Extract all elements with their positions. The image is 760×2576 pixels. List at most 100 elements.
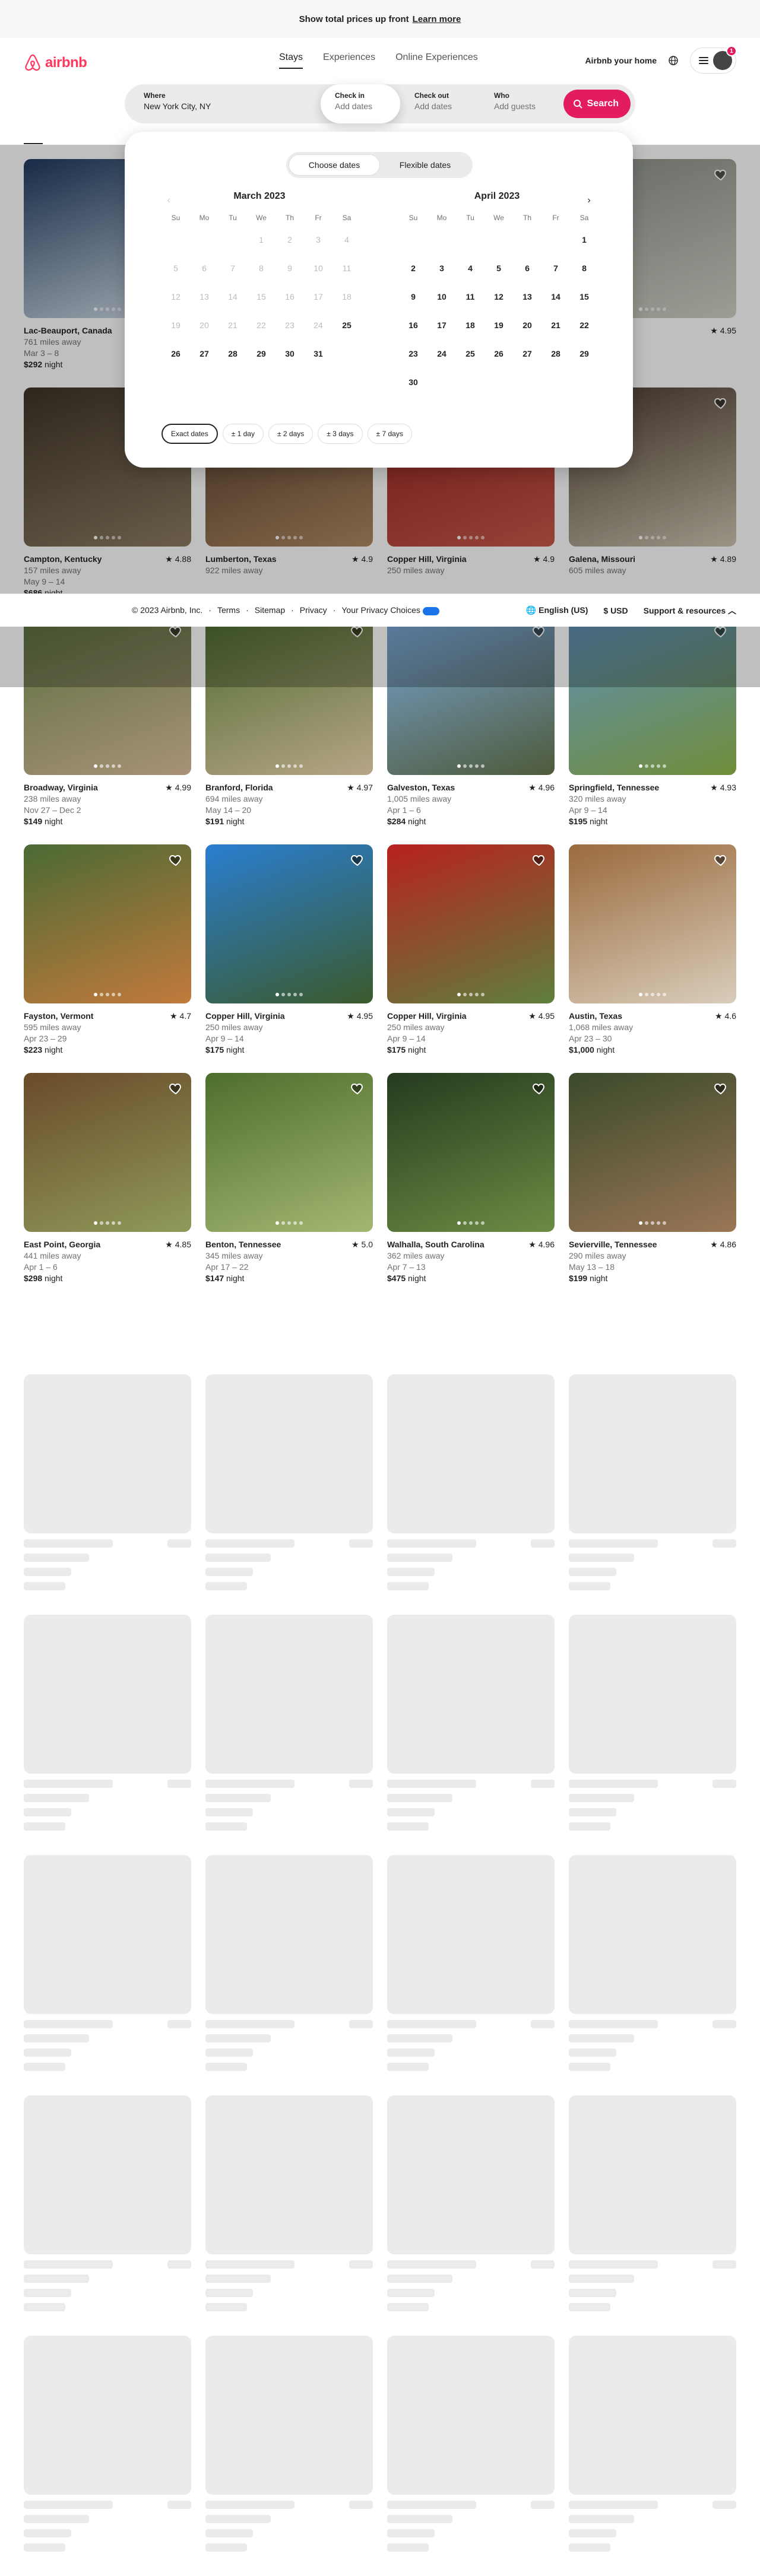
calendar-day[interactable]: 17 xyxy=(428,311,456,339)
listing-card[interactable]: Walhalla, South Carolina ★ 4.96 362 miles a… xyxy=(387,1073,555,1301)
listing-card[interactable]: East Point, Georgia ★ 4.85 441 miles away Ap… xyxy=(24,1073,191,1301)
listing-card[interactable]: Copper Hill, Virginia ★ 4.95 250 miles away… xyxy=(205,844,373,1073)
guests-field[interactable]: Who Add guests Search xyxy=(480,84,635,123)
calendar-day[interactable]: 8 xyxy=(570,254,598,282)
listing-card[interactable]: Fayston, Vermont ★ 4.7 595 miles away Apr 23… xyxy=(24,844,191,1073)
airbnb-logo[interactable]: airbnb xyxy=(24,53,87,72)
calendar-day[interactable]: 4 xyxy=(456,254,484,282)
calendar-day[interactable]: 27 xyxy=(190,339,218,368)
star-icon: ★ xyxy=(714,1011,723,1021)
calendar-day[interactable]: 28 xyxy=(218,339,247,368)
footer-link-terms[interactable]: Terms xyxy=(217,605,240,615)
skeleton-line xyxy=(712,2020,736,2028)
date-flex-chip[interactable]: ± 7 days xyxy=(367,424,412,444)
calendar-day[interactable]: 10 xyxy=(428,282,456,311)
date-flex-chip[interactable]: ± 2 days xyxy=(268,424,314,444)
listing-photo[interactable] xyxy=(205,1073,373,1232)
nav-experiences[interactable]: Experiences xyxy=(323,52,375,69)
tab-flexible-dates[interactable]: Flexible dates xyxy=(380,154,470,176)
calendar-day[interactable]: 25 xyxy=(332,311,361,339)
listing-card[interactable]: Austin, Texas ★ 4.6 1,068 miles away Apr 23 … xyxy=(569,844,736,1073)
calendar-day[interactable]: 26 xyxy=(484,339,513,368)
calendar-day[interactable]: 24 xyxy=(428,339,456,368)
calendar-day[interactable]: 2 xyxy=(399,254,428,282)
date-flex-chip[interactable]: ± 1 day xyxy=(222,424,264,444)
calendar-day[interactable]: 9 xyxy=(399,282,428,311)
language-label: English (US) xyxy=(539,605,588,615)
listing-photo[interactable] xyxy=(24,1073,191,1232)
heart-icon[interactable] xyxy=(714,853,728,867)
user-menu-button[interactable]: 1 xyxy=(690,46,737,74)
heart-icon[interactable] xyxy=(350,1081,365,1095)
nav-online-experiences[interactable]: Online Experiences xyxy=(395,52,478,69)
footer-link-privacy-choices[interactable]: Your Privacy Choices xyxy=(341,605,439,615)
currency-selector[interactable]: $ USD xyxy=(603,606,628,615)
skeleton-line xyxy=(387,2063,429,2071)
nav-stays[interactable]: Stays xyxy=(279,52,303,69)
skeleton-line xyxy=(24,2515,89,2523)
heart-icon[interactable] xyxy=(532,853,546,867)
learn-more-link[interactable]: Learn more xyxy=(413,14,461,24)
listing-card[interactable]: Sevierville, Tennessee ★ 4.86 290 miles awa… xyxy=(569,1073,736,1301)
calendar-day[interactable]: 28 xyxy=(542,339,570,368)
footer-link-sitemap[interactable]: Sitemap xyxy=(255,605,285,615)
tab-choose-dates[interactable]: Choose dates xyxy=(289,154,380,176)
calendar-day[interactable]: 25 xyxy=(456,339,484,368)
footer-link-privacy[interactable]: Privacy xyxy=(300,605,327,615)
globe-icon[interactable] xyxy=(667,55,679,66)
weekday-label: Th xyxy=(285,214,294,222)
calendar-day[interactable]: 6 xyxy=(513,254,542,282)
listing-photo[interactable] xyxy=(569,1073,736,1232)
listing-card[interactable]: Copper Hill, Virginia ★ 4.95 250 miles away… xyxy=(387,844,555,1073)
calendar-day[interactable]: 23 xyxy=(399,339,428,368)
date-flex-chip[interactable]: Exact dates xyxy=(162,424,218,444)
calendar-day[interactable]: 14 xyxy=(542,282,570,311)
heart-icon[interactable] xyxy=(169,1081,183,1095)
calendar-day[interactable]: 20 xyxy=(513,311,542,339)
calendar-day[interactable]: 22 xyxy=(570,311,598,339)
calendar-day[interactable]: 21 xyxy=(542,311,570,339)
calendar-day[interactable]: 5 xyxy=(484,254,513,282)
listing-photo[interactable] xyxy=(387,844,555,1003)
listing-photo[interactable] xyxy=(569,844,736,1003)
date-flex-chip[interactable]: ± 3 days xyxy=(318,424,363,444)
calendar-day[interactable]: 12 xyxy=(484,282,513,311)
skeleton-line xyxy=(387,2048,435,2057)
calendar-day[interactable]: 30 xyxy=(276,339,304,368)
heart-icon[interactable] xyxy=(714,1081,728,1095)
calendar-day[interactable]: 13 xyxy=(513,282,542,311)
heart-icon[interactable] xyxy=(350,853,365,867)
listing-header-row: Galveston, Texas ★ 4.96 xyxy=(387,782,555,793)
calendar-day[interactable]: 26 xyxy=(162,339,190,368)
host-link[interactable]: Airbnb your home xyxy=(585,56,657,65)
calendar-day[interactable]: 27 xyxy=(513,339,542,368)
notification-badge: 1 xyxy=(726,46,737,56)
language-selector[interactable]: 🌐 English (US) xyxy=(526,605,588,615)
calendar-day[interactable]: 1 xyxy=(570,225,598,254)
listing-card[interactable]: Benton, Tennessee ★ 5.0 345 miles away Apr 1… xyxy=(205,1073,373,1301)
search-button[interactable]: Search xyxy=(563,90,631,118)
calendar-day[interactable]: 11 xyxy=(456,282,484,311)
calendar-day[interactable]: 7 xyxy=(542,254,570,282)
heart-icon[interactable] xyxy=(169,853,183,867)
calendar-day[interactable]: 29 xyxy=(247,339,276,368)
listing-photo[interactable] xyxy=(24,844,191,1003)
calendar-day[interactable]: 16 xyxy=(399,311,428,339)
calendar-day[interactable]: 30 xyxy=(399,368,428,396)
listing-rating: ★ 4.95 xyxy=(347,1011,373,1022)
support-link[interactable]: Support & resources ︿ xyxy=(644,605,736,617)
skeleton-line xyxy=(167,1780,191,1788)
price-unit: night xyxy=(590,1273,608,1283)
calendar-day[interactable]: 31 xyxy=(304,339,332,368)
calendar-day[interactable]: 19 xyxy=(484,311,513,339)
where-field[interactable]: Where New York City, NY xyxy=(125,84,321,123)
calendar-day[interactable]: 15 xyxy=(570,282,598,311)
checkin-field[interactable]: Check in Add dates xyxy=(321,84,400,123)
calendar-day[interactable]: 29 xyxy=(570,339,598,368)
checkout-field[interactable]: Check out Add dates xyxy=(400,84,480,123)
heart-icon[interactable] xyxy=(532,1081,546,1095)
calendar-day[interactable]: 18 xyxy=(456,311,484,339)
calendar-day[interactable]: 3 xyxy=(428,254,456,282)
listing-photo[interactable] xyxy=(387,1073,555,1232)
listing-photo[interactable] xyxy=(205,844,373,1003)
